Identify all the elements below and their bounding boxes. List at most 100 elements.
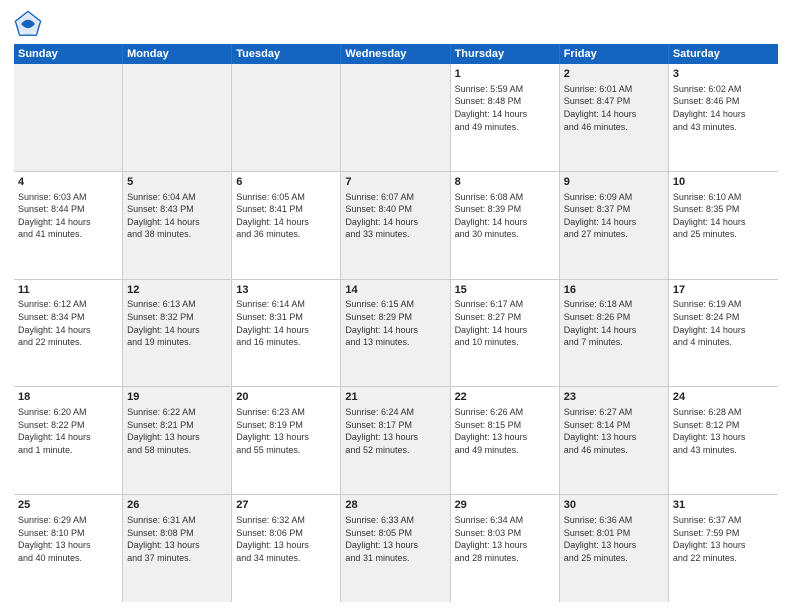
day-header-friday: Friday	[560, 44, 669, 64]
calendar-body: 1Sunrise: 5:59 AM Sunset: 8:48 PM Daylig…	[14, 64, 778, 602]
day-number: 31	[673, 498, 774, 513]
day-info: Sunrise: 6:17 AM Sunset: 8:27 PM Dayligh…	[455, 298, 555, 348]
empty-cell	[123, 64, 232, 171]
day-number: 6	[236, 175, 336, 190]
day-number: 17	[673, 283, 774, 298]
day-cell-28: 28Sunrise: 6:33 AM Sunset: 8:05 PM Dayli…	[341, 495, 450, 602]
day-number: 1	[455, 67, 555, 82]
day-number: 24	[673, 390, 774, 405]
day-number: 7	[345, 175, 445, 190]
day-info: Sunrise: 6:09 AM Sunset: 8:37 PM Dayligh…	[564, 191, 664, 241]
day-info: Sunrise: 6:37 AM Sunset: 7:59 PM Dayligh…	[673, 514, 774, 564]
day-number: 19	[127, 390, 227, 405]
day-cell-1: 1Sunrise: 5:59 AM Sunset: 8:48 PM Daylig…	[451, 64, 560, 171]
day-cell-4: 4Sunrise: 6:03 AM Sunset: 8:44 PM Daylig…	[14, 172, 123, 279]
day-number: 26	[127, 498, 227, 513]
day-number: 13	[236, 283, 336, 298]
day-cell-5: 5Sunrise: 6:04 AM Sunset: 8:43 PM Daylig…	[123, 172, 232, 279]
logo-icon	[14, 10, 42, 38]
day-header-saturday: Saturday	[669, 44, 778, 64]
day-info: Sunrise: 6:36 AM Sunset: 8:01 PM Dayligh…	[564, 514, 664, 564]
day-info: Sunrise: 6:14 AM Sunset: 8:31 PM Dayligh…	[236, 298, 336, 348]
day-cell-13: 13Sunrise: 6:14 AM Sunset: 8:31 PM Dayli…	[232, 280, 341, 387]
day-info: Sunrise: 6:31 AM Sunset: 8:08 PM Dayligh…	[127, 514, 227, 564]
day-cell-15: 15Sunrise: 6:17 AM Sunset: 8:27 PM Dayli…	[451, 280, 560, 387]
day-number: 20	[236, 390, 336, 405]
day-info: Sunrise: 6:08 AM Sunset: 8:39 PM Dayligh…	[455, 191, 555, 241]
day-info: Sunrise: 6:22 AM Sunset: 8:21 PM Dayligh…	[127, 406, 227, 456]
day-cell-11: 11Sunrise: 6:12 AM Sunset: 8:34 PM Dayli…	[14, 280, 123, 387]
day-cell-2: 2Sunrise: 6:01 AM Sunset: 8:47 PM Daylig…	[560, 64, 669, 171]
day-number: 15	[455, 283, 555, 298]
day-info: Sunrise: 6:33 AM Sunset: 8:05 PM Dayligh…	[345, 514, 445, 564]
day-number: 4	[18, 175, 118, 190]
day-header-wednesday: Wednesday	[341, 44, 450, 64]
day-number: 25	[18, 498, 118, 513]
day-cell-26: 26Sunrise: 6:31 AM Sunset: 8:08 PM Dayli…	[123, 495, 232, 602]
day-info: Sunrise: 6:01 AM Sunset: 8:47 PM Dayligh…	[564, 83, 664, 133]
day-cell-18: 18Sunrise: 6:20 AM Sunset: 8:22 PM Dayli…	[14, 387, 123, 494]
day-info: Sunrise: 6:15 AM Sunset: 8:29 PM Dayligh…	[345, 298, 445, 348]
day-cell-19: 19Sunrise: 6:22 AM Sunset: 8:21 PM Dayli…	[123, 387, 232, 494]
day-number: 14	[345, 283, 445, 298]
day-info: Sunrise: 6:13 AM Sunset: 8:32 PM Dayligh…	[127, 298, 227, 348]
day-number: 23	[564, 390, 664, 405]
empty-cell	[232, 64, 341, 171]
day-cell-25: 25Sunrise: 6:29 AM Sunset: 8:10 PM Dayli…	[14, 495, 123, 602]
day-cell-17: 17Sunrise: 6:19 AM Sunset: 8:24 PM Dayli…	[669, 280, 778, 387]
page: SundayMondayTuesdayWednesdayThursdayFrid…	[0, 0, 792, 612]
week-row-2: 4Sunrise: 6:03 AM Sunset: 8:44 PM Daylig…	[14, 172, 778, 280]
week-row-5: 25Sunrise: 6:29 AM Sunset: 8:10 PM Dayli…	[14, 495, 778, 602]
day-header-monday: Monday	[123, 44, 232, 64]
header	[14, 10, 778, 38]
day-info: Sunrise: 6:12 AM Sunset: 8:34 PM Dayligh…	[18, 298, 118, 348]
day-number: 10	[673, 175, 774, 190]
day-info: Sunrise: 6:20 AM Sunset: 8:22 PM Dayligh…	[18, 406, 118, 456]
day-number: 3	[673, 67, 774, 82]
day-info: Sunrise: 6:02 AM Sunset: 8:46 PM Dayligh…	[673, 83, 774, 133]
day-header-tuesday: Tuesday	[232, 44, 341, 64]
day-number: 12	[127, 283, 227, 298]
day-info: Sunrise: 6:10 AM Sunset: 8:35 PM Dayligh…	[673, 191, 774, 241]
day-cell-27: 27Sunrise: 6:32 AM Sunset: 8:06 PM Dayli…	[232, 495, 341, 602]
day-info: Sunrise: 5:59 AM Sunset: 8:48 PM Dayligh…	[455, 83, 555, 133]
day-cell-14: 14Sunrise: 6:15 AM Sunset: 8:29 PM Dayli…	[341, 280, 450, 387]
logo	[14, 10, 44, 38]
day-info: Sunrise: 6:03 AM Sunset: 8:44 PM Dayligh…	[18, 191, 118, 241]
day-number: 5	[127, 175, 227, 190]
day-number: 9	[564, 175, 664, 190]
day-cell-23: 23Sunrise: 6:27 AM Sunset: 8:14 PM Dayli…	[560, 387, 669, 494]
day-info: Sunrise: 6:34 AM Sunset: 8:03 PM Dayligh…	[455, 514, 555, 564]
day-header-sunday: Sunday	[14, 44, 123, 64]
day-number: 21	[345, 390, 445, 405]
day-info: Sunrise: 6:19 AM Sunset: 8:24 PM Dayligh…	[673, 298, 774, 348]
day-number: 18	[18, 390, 118, 405]
day-cell-21: 21Sunrise: 6:24 AM Sunset: 8:17 PM Dayli…	[341, 387, 450, 494]
empty-cell	[14, 64, 123, 171]
day-number: 22	[455, 390, 555, 405]
week-row-3: 11Sunrise: 6:12 AM Sunset: 8:34 PM Dayli…	[14, 280, 778, 388]
day-info: Sunrise: 6:23 AM Sunset: 8:19 PM Dayligh…	[236, 406, 336, 456]
week-row-4: 18Sunrise: 6:20 AM Sunset: 8:22 PM Dayli…	[14, 387, 778, 495]
day-cell-10: 10Sunrise: 6:10 AM Sunset: 8:35 PM Dayli…	[669, 172, 778, 279]
day-header-thursday: Thursday	[451, 44, 560, 64]
day-number: 30	[564, 498, 664, 513]
day-cell-7: 7Sunrise: 6:07 AM Sunset: 8:40 PM Daylig…	[341, 172, 450, 279]
day-info: Sunrise: 6:18 AM Sunset: 8:26 PM Dayligh…	[564, 298, 664, 348]
day-cell-9: 9Sunrise: 6:09 AM Sunset: 8:37 PM Daylig…	[560, 172, 669, 279]
day-number: 2	[564, 67, 664, 82]
day-info: Sunrise: 6:05 AM Sunset: 8:41 PM Dayligh…	[236, 191, 336, 241]
day-cell-12: 12Sunrise: 6:13 AM Sunset: 8:32 PM Dayli…	[123, 280, 232, 387]
day-info: Sunrise: 6:24 AM Sunset: 8:17 PM Dayligh…	[345, 406, 445, 456]
day-cell-29: 29Sunrise: 6:34 AM Sunset: 8:03 PM Dayli…	[451, 495, 560, 602]
day-cell-8: 8Sunrise: 6:08 AM Sunset: 8:39 PM Daylig…	[451, 172, 560, 279]
day-info: Sunrise: 6:32 AM Sunset: 8:06 PM Dayligh…	[236, 514, 336, 564]
day-cell-20: 20Sunrise: 6:23 AM Sunset: 8:19 PM Dayli…	[232, 387, 341, 494]
day-cell-24: 24Sunrise: 6:28 AM Sunset: 8:12 PM Dayli…	[669, 387, 778, 494]
day-number: 27	[236, 498, 336, 513]
day-info: Sunrise: 6:29 AM Sunset: 8:10 PM Dayligh…	[18, 514, 118, 564]
empty-cell	[341, 64, 450, 171]
calendar: SundayMondayTuesdayWednesdayThursdayFrid…	[14, 44, 778, 602]
day-cell-22: 22Sunrise: 6:26 AM Sunset: 8:15 PM Dayli…	[451, 387, 560, 494]
calendar-header: SundayMondayTuesdayWednesdayThursdayFrid…	[14, 44, 778, 64]
